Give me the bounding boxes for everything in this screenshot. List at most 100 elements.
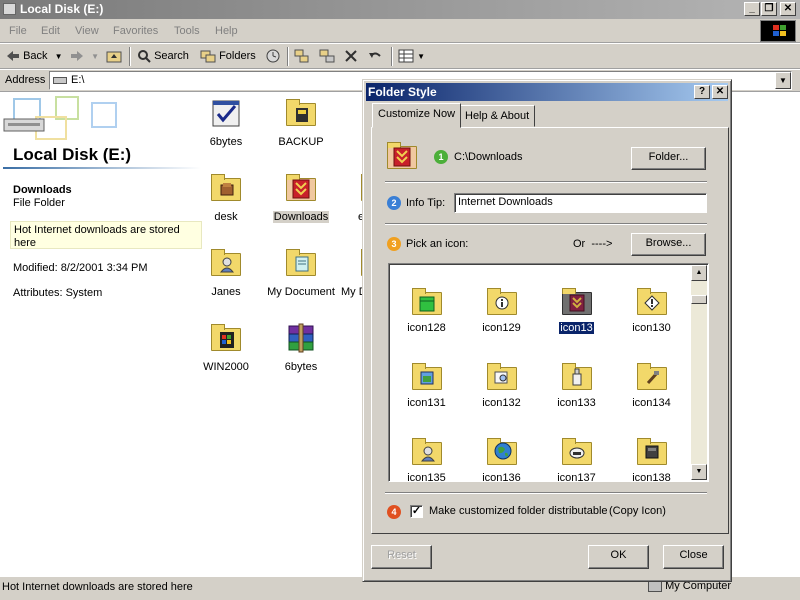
back-label: Back bbox=[23, 50, 48, 62]
close-button[interactable]: ✕ bbox=[780, 2, 796, 16]
info-tip-input[interactable]: Internet Downloads bbox=[454, 193, 707, 213]
menu-tools[interactable]: Tools bbox=[174, 25, 200, 37]
drive-banner-icon bbox=[3, 96, 117, 140]
reset-button[interactable]: Reset bbox=[371, 545, 432, 569]
icon-option-icon130[interactable]: icon130 bbox=[614, 286, 689, 334]
menu-help[interactable]: Help bbox=[215, 25, 238, 37]
dialog-close-button[interactable]: ✕ bbox=[712, 85, 728, 99]
step-1-badge: 1 bbox=[434, 150, 448, 164]
folder-button[interactable]: Folder... bbox=[631, 147, 706, 170]
file-item-label: 6bytes bbox=[284, 361, 318, 373]
restore-button[interactable]: ❐ bbox=[761, 2, 777, 16]
folders-button[interactable]: Folders bbox=[200, 48, 256, 65]
windows-logo-icon bbox=[760, 20, 796, 42]
file-item-my-document[interactable]: My Document bbox=[261, 247, 341, 298]
downloads-arrow-folder-icon bbox=[561, 286, 593, 318]
icon-option-icon132[interactable]: icon132 bbox=[464, 361, 539, 409]
file-item-downloads[interactable]: Downloads bbox=[261, 172, 341, 223]
icon-option-icon134[interactable]: icon134 bbox=[614, 361, 689, 409]
browse-button[interactable]: Browse... bbox=[631, 233, 706, 256]
move-to-button[interactable] bbox=[294, 48, 310, 65]
file-item-label: Janes bbox=[211, 286, 241, 298]
icon-option-label: icon13 bbox=[558, 321, 595, 335]
folder-style-dialog: Folder Style ? ✕ Customize Now Help & Ab… bbox=[362, 79, 732, 582]
history-button[interactable] bbox=[265, 48, 281, 65]
icon-option-icon128[interactable]: icon128 bbox=[389, 286, 464, 334]
distributable-checkbox[interactable]: ✓ bbox=[410, 505, 423, 518]
back-arrow-icon bbox=[7, 51, 19, 62]
icon-option-label: icon137 bbox=[557, 472, 596, 482]
undo-icon bbox=[369, 52, 381, 59]
icon-option-icon138[interactable]: icon138 bbox=[614, 436, 689, 481]
search-button[interactable]: Search bbox=[137, 48, 189, 65]
icon-option-icon137[interactable]: icon137 bbox=[539, 436, 614, 482]
person-folder-icon bbox=[411, 436, 443, 468]
copy-to-button[interactable] bbox=[319, 48, 335, 65]
icon-picker-list[interactable]: icon128 icon129 icon13 icon130 icon131 i… bbox=[388, 263, 709, 482]
window-folder-icon bbox=[411, 361, 443, 393]
menu-file[interactable]: File bbox=[9, 25, 27, 37]
file-item-label: WIN2000 bbox=[203, 361, 249, 373]
icon-option-icon136[interactable]: icon136 bbox=[464, 436, 539, 481]
toolbar-separator bbox=[391, 47, 393, 66]
file-item-label: BACKUP bbox=[278, 136, 324, 148]
icon-option-icon133[interactable]: icon133 bbox=[539, 361, 614, 409]
file-item-janes[interactable]: Janes bbox=[186, 247, 266, 298]
folders-label: Folders bbox=[219, 50, 256, 62]
step-4-badge: 4 bbox=[387, 505, 401, 519]
search-icon bbox=[138, 50, 151, 63]
folders-icon bbox=[200, 50, 216, 63]
window-titlebar: Local Disk (E:) _ ❐ ✕ bbox=[0, 0, 800, 19]
up-folder-button[interactable] bbox=[106, 48, 122, 65]
file-item-6bytes[interactable]: 6bytes bbox=[186, 97, 266, 148]
views-button[interactable]: ▼ bbox=[398, 48, 425, 65]
icon-option-icon135[interactable]: icon135 bbox=[389, 436, 464, 481]
icon-list-scrollbar[interactable]: ▲ ▼ bbox=[691, 265, 707, 480]
selected-item-modified: Modified: 8/2/2001 3:34 PM bbox=[13, 262, 148, 274]
file-item-backup[interactable]: BACKUP bbox=[261, 97, 341, 148]
tab-help-about[interactable]: Help & About bbox=[459, 105, 536, 127]
history-icon bbox=[266, 49, 280, 63]
file-item-desk[interactable]: desk bbox=[186, 172, 266, 223]
dialog-title: Folder Style bbox=[368, 85, 437, 99]
file-item-6bytes-archive[interactable]: 6bytes bbox=[261, 322, 341, 373]
info-tip-label: Info Tip: bbox=[406, 197, 446, 209]
tab-customize-now[interactable]: Customize Now bbox=[372, 103, 462, 128]
file-item-win2000[interactable]: WIN2000 bbox=[186, 322, 266, 373]
distributable-label: Make customized folder distributable bbox=[429, 505, 608, 517]
back-dropdown-icon: ▼ bbox=[54, 52, 63, 61]
icon-option-label: icon128 bbox=[407, 322, 446, 334]
file-item-label: Downloads bbox=[272, 211, 330, 223]
warning-folder-icon bbox=[636, 286, 668, 318]
copy-icon-note: (Copy Icon) bbox=[609, 505, 666, 517]
icon-option-icon129[interactable]: icon129 bbox=[464, 286, 539, 334]
close-dialog-button[interactable]: Close bbox=[663, 545, 724, 569]
address-dropdown-icon[interactable]: ▼ bbox=[775, 72, 791, 89]
up-folder-icon bbox=[106, 51, 122, 63]
minimize-button[interactable]: _ bbox=[744, 2, 760, 16]
scroll-down-icon[interactable]: ▼ bbox=[691, 464, 707, 480]
file-item-label: My Document bbox=[267, 286, 335, 298]
or-arrow-text: Or ----> bbox=[573, 238, 613, 250]
forward-button[interactable]: ▼ bbox=[70, 48, 99, 65]
menu-edit[interactable]: Edit bbox=[41, 25, 60, 37]
menu-view[interactable]: View bbox=[75, 25, 99, 37]
ok-button[interactable]: OK bbox=[588, 545, 649, 569]
icon-option-icon13[interactable]: icon13 bbox=[539, 286, 614, 335]
icon-option-icon131[interactable]: icon131 bbox=[389, 361, 464, 409]
drive-icon bbox=[53, 77, 67, 84]
undo-button[interactable] bbox=[368, 48, 382, 65]
back-button[interactable]: Back ▼ bbox=[6, 48, 63, 65]
icon-option-label: icon131 bbox=[407, 397, 446, 409]
info-folder-icon bbox=[486, 286, 518, 318]
menu-favorites[interactable]: Favorites bbox=[113, 25, 158, 37]
pick-icon-label: Pick an icon: bbox=[406, 238, 469, 250]
icon-option-label: icon132 bbox=[482, 397, 521, 409]
delete-button[interactable] bbox=[345, 48, 357, 65]
dialog-help-button[interactable]: ? bbox=[694, 85, 710, 99]
scroll-up-icon[interactable]: ▲ bbox=[691, 265, 707, 281]
left-info-pane: Local Disk (E:) Downloads File Folder Ho… bbox=[0, 93, 205, 575]
dark-box-folder-icon bbox=[636, 436, 668, 468]
scroll-thumb[interactable] bbox=[691, 295, 707, 304]
drive-icon bbox=[3, 3, 16, 15]
